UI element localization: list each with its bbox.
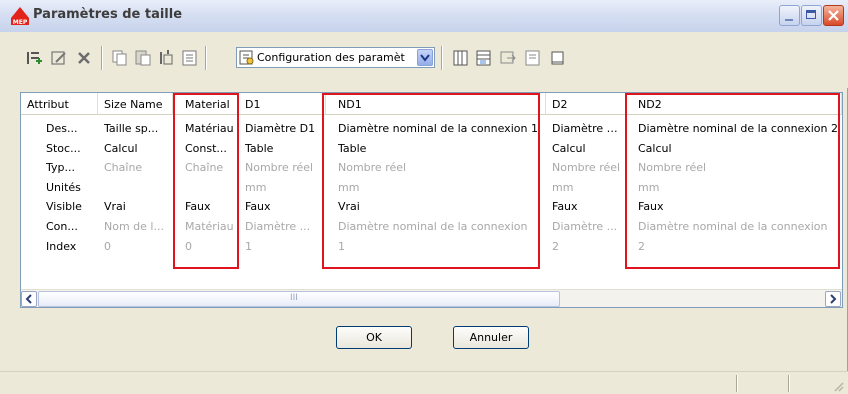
window-icon[interactable] [549, 49, 567, 67]
table-cell[interactable]: 1 [245, 237, 322, 256]
row-attribute-label[interactable]: Index [46, 237, 94, 256]
table-cell[interactable] [104, 178, 169, 197]
table-cell[interactable]: Faux [245, 197, 322, 216]
chevron-left-icon [25, 294, 32, 304]
minimize-button[interactable] [779, 5, 800, 26]
chevron-right-icon [830, 294, 837, 304]
toolbar-separator [205, 46, 207, 70]
window-title: Paramètres de taille [33, 7, 183, 22]
sheet-icon[interactable] [181, 49, 199, 67]
table-cell[interactable]: Taille sp... [104, 119, 169, 138]
combo-dropdown-button[interactable] [417, 49, 433, 66]
edit-row-icon[interactable] [50, 49, 68, 67]
table-cell[interactable]: 0 [104, 237, 169, 256]
configuration-value: Configuration des paramèt [257, 51, 405, 64]
highlight-material-column [173, 93, 239, 269]
resize-grip-icon[interactable] [832, 380, 844, 392]
table-rows-icon[interactable] [475, 49, 493, 67]
parametres-de-taille-dialog: MEP Paramètres de taille Configuration d… [0, 0, 848, 394]
table-cell[interactable]: Chaîne [104, 158, 169, 177]
insert-column-icon[interactable] [157, 49, 175, 67]
minimize-icon [785, 19, 793, 21]
chevron-down-icon [420, 54, 430, 62]
toolbar-separator [441, 46, 443, 70]
scroll-thumb[interactable]: III [38, 291, 560, 307]
table-cell[interactable]: Diamètre D2 [552, 119, 622, 138]
properties-icon[interactable] [524, 49, 542, 67]
row-attribute-label[interactable]: Unités [46, 178, 94, 197]
row-attribute-label[interactable]: Des... [46, 119, 94, 138]
parameters-grid[interactable]: Attribut Size Name Material D1 ND1 D2 ND… [20, 92, 843, 308]
table-cell[interactable]: 2 [552, 237, 622, 256]
row-attribute-label[interactable]: Con... [46, 217, 94, 236]
row-attribute-label[interactable]: Stoc... [46, 139, 94, 158]
horizontal-scrollbar[interactable]: III [21, 289, 842, 307]
maximize-button[interactable] [801, 5, 822, 26]
cancel-button[interactable]: Annuler [453, 326, 529, 349]
column-header-d2[interactable]: D2 [546, 93, 626, 115]
table-cell[interactable]: mm [552, 178, 622, 197]
column-header-attribut[interactable]: Attribut [21, 93, 98, 115]
column-header-d1[interactable]: D1 [239, 93, 326, 115]
column-header-size-name[interactable]: Size Name [98, 93, 173, 115]
status-bar [0, 371, 848, 394]
table-cell[interactable]: Diamètre D1 [245, 119, 322, 138]
table-cell[interactable]: Calcul [552, 139, 622, 158]
maximize-icon [806, 10, 816, 19]
toolbar-separator [101, 46, 103, 70]
copy-icon[interactable] [111, 49, 129, 67]
svg-text:MEP: MEP [13, 19, 28, 25]
row-attribute-label[interactable]: Visible [46, 197, 94, 216]
scroll-right-button[interactable] [825, 291, 841, 307]
table-cell[interactable]: Diamètre ... [245, 217, 322, 236]
title-bar[interactable]: MEP Paramètres de taille [0, 0, 848, 33]
table-cell[interactable]: mm [245, 178, 322, 197]
add-row-icon[interactable] [25, 49, 43, 67]
table-cell[interactable]: Nombre réel [552, 158, 622, 177]
table-columns-icon[interactable] [452, 49, 470, 67]
table-cell[interactable]: Faux [552, 197, 622, 216]
table-cell[interactable]: Diamètre ... [552, 217, 622, 236]
row-attribute-label[interactable]: Typ... [46, 158, 94, 177]
paste-icon[interactable] [134, 49, 152, 67]
table-cell[interactable]: Calcul [104, 139, 169, 158]
configuration-icon [239, 50, 254, 65]
table-cell[interactable]: Nom de l... [104, 217, 169, 236]
highlight-nd2-column [625, 93, 840, 269]
scroll-left-button[interactable] [21, 291, 37, 307]
status-divider [736, 375, 738, 392]
table-cell[interactable]: Vrai [104, 197, 169, 216]
table-cell[interactable]: Nombre réel [245, 158, 322, 177]
table-cell[interactable]: Table [245, 139, 322, 158]
delete-icon[interactable] [75, 49, 93, 67]
ok-button[interactable]: OK [336, 326, 412, 349]
configuration-dropdown[interactable]: Configuration des paramèt [236, 47, 435, 68]
close-button[interactable] [823, 5, 844, 26]
scroll-grip: III [290, 293, 298, 303]
status-divider [788, 375, 790, 392]
highlight-nd1-column [322, 93, 540, 269]
export-icon[interactable] [499, 49, 517, 67]
mep-logo-icon: MEP [11, 7, 29, 25]
close-icon [828, 10, 839, 21]
